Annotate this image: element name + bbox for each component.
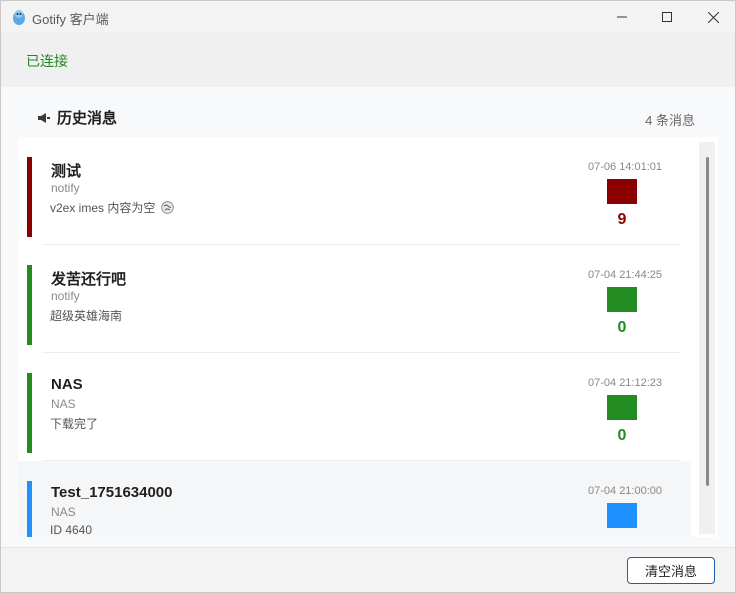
priority-color-bar <box>27 373 32 453</box>
title-bar[interactable]: Gotify 客户端 <box>1 1 735 33</box>
priority-color-bar <box>27 157 32 237</box>
loudspeaker-icon <box>38 112 50 123</box>
message-count: 4 条消息 <box>645 113 695 128</box>
priority-value: 0 <box>617 319 627 336</box>
section-header: 历史消息 <box>37 107 117 128</box>
priority-value: 0 <box>617 427 627 444</box>
message-app: notify <box>51 181 80 195</box>
priority-swatch <box>607 395 637 420</box>
scrollbar-thumb[interactable] <box>706 157 709 486</box>
priority-color-bar <box>27 265 32 345</box>
message-title: NAS <box>51 376 83 393</box>
message-list[interactable]: 测试 notify v2ex imes 内容为空 07-06 14:01:01 … <box>18 137 718 537</box>
message-item[interactable]: Test_1751634000 NAS ID 4640 07-04 21:00:… <box>18 461 691 537</box>
priority-swatch <box>607 287 637 312</box>
message-title: 发苦还行吧 <box>51 271 127 288</box>
close-button[interactable] <box>690 1 735 33</box>
message-app: notify <box>51 289 80 303</box>
message-body-text: ID 4640 <box>50 523 93 537</box>
message-item[interactable]: 测试 notify v2ex imes 内容为空 07-06 14:01:01 … <box>18 137 691 245</box>
maximize-button[interactable] <box>644 1 690 33</box>
connection-status: 已连接 <box>26 53 68 69</box>
message-time: 07-04 21:44:25 <box>588 269 663 281</box>
message-app: NAS <box>51 505 76 519</box>
message-item[interactable]: NAS NAS 下载完了 07-04 21:12:23 0 <box>18 353 691 461</box>
message-body: 下载完了 <box>50 415 98 432</box>
message-body-text: v2ex imes 内容为空 <box>50 201 156 215</box>
message-body: 超级英雄海南 <box>50 307 122 324</box>
message-time: 07-04 21:00:00 <box>588 485 663 497</box>
window-title: Gotify 客户端 <box>32 12 109 27</box>
message-body-text: 下载完了 <box>50 417 99 431</box>
close-icon <box>707 11 719 23</box>
maximize-icon <box>662 12 672 22</box>
clear-messages-button[interactable]: 清空消息 <box>627 557 715 584</box>
message-time: 07-06 14:01:01 <box>588 161 663 173</box>
message-time: 07-04 21:12:23 <box>588 377 663 389</box>
message-app: NAS <box>51 397 76 411</box>
connection-status-bar: 已连接 <box>1 33 735 87</box>
minimize-button[interactable] <box>599 1 645 33</box>
message-title: Test_1751634000 <box>51 484 173 501</box>
footer-bar: 清空消息 <box>1 547 735 592</box>
priority-swatch <box>607 179 637 204</box>
priority-color-bar <box>27 481 32 537</box>
minimize-icon <box>617 16 627 18</box>
message-body: ID 4640 <box>50 523 92 537</box>
message-body-text: 超级英雄海南 <box>50 309 123 323</box>
gotify-logo-icon <box>13 10 25 25</box>
message-item[interactable]: 发苦还行吧 notify 超级英雄海南 07-04 21:44:25 0 <box>18 245 691 353</box>
message-title: 测试 <box>51 163 82 180</box>
globe-emoji-icon <box>161 201 175 214</box>
history-panel: 历史消息 4 条消息 测试 notify v2ex imes 内容为空 07-0… <box>1 87 735 547</box>
priority-swatch <box>607 503 637 528</box>
priority-value: 9 <box>617 211 627 228</box>
message-body: v2ex imes 内容为空 <box>50 199 175 216</box>
section-title: 历史消息 <box>57 110 118 127</box>
app-window: Gotify 客户端 已连接 历史消息 4 条消息 测试 notify v2ex… <box>0 0 736 593</box>
